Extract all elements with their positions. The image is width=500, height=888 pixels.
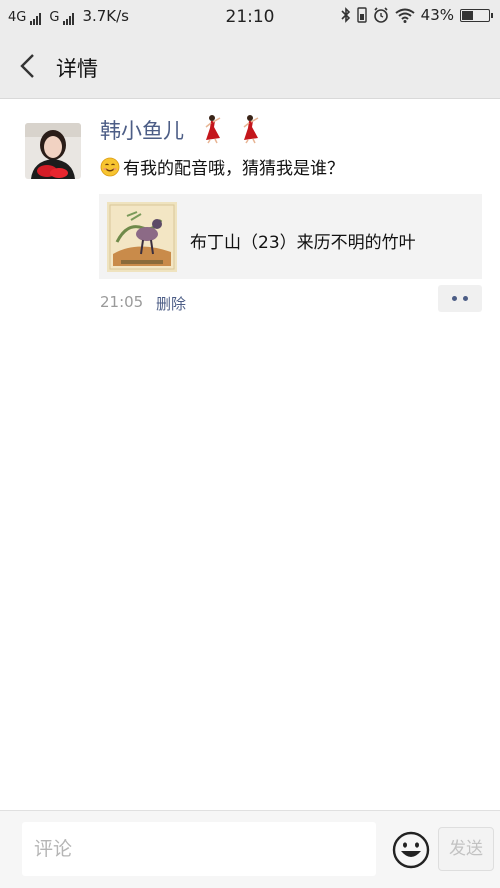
send-button[interactable]: 发送: [438, 827, 494, 871]
more-dots-icon: [452, 296, 457, 301]
battery-level: [462, 10, 473, 20]
comment-bar: 发送: [0, 810, 500, 888]
post-text-body: 有我的配音哦，猜猜我是谁？: [123, 159, 344, 179]
wifi-icon: [395, 8, 415, 23]
navigation-header: 详情: [0, 34, 500, 99]
delete-button[interactable]: 删除: [156, 293, 186, 314]
emoji-icon: [392, 831, 430, 869]
shared-link-title: 布丁山（23）来历不明的竹叶: [190, 233, 416, 253]
post-text: 有我的配音哦，猜猜我是谁？: [100, 154, 344, 179]
author-emoji-group: [198, 114, 262, 144]
shared-link-thumbnail: [107, 202, 177, 272]
more-options-button[interactable]: [438, 285, 482, 312]
status-bar: 4G G 3.7K/s 21:10 43%: [0, 0, 500, 34]
battery-percent: 43%: [420, 6, 454, 24]
battery-icon: [460, 8, 493, 22]
author-avatar[interactable]: [25, 123, 81, 179]
back-button[interactable]: [16, 52, 40, 80]
dancer-emoji-icon: [205, 115, 221, 144]
author-name[interactable]: 韩小鱼儿: [100, 115, 184, 145]
smile-emoji-icon: [100, 157, 120, 176]
chevron-left-icon: [20, 54, 34, 78]
status-right: 43%: [341, 6, 493, 24]
sim-icon: [356, 7, 367, 23]
shared-link-card[interactable]: 布丁山（23）来历不明的竹叶: [99, 194, 482, 279]
dancer-emoji-icon: [243, 115, 259, 144]
alarm-icon: [373, 7, 388, 23]
emoji-button[interactable]: [391, 830, 431, 870]
more-dots-icon: [463, 296, 468, 301]
bluetooth-icon: [341, 7, 350, 23]
comment-input[interactable]: [22, 822, 376, 876]
page-title: 详情: [56, 57, 98, 81]
post-timestamp: 21:05: [100, 293, 144, 311]
